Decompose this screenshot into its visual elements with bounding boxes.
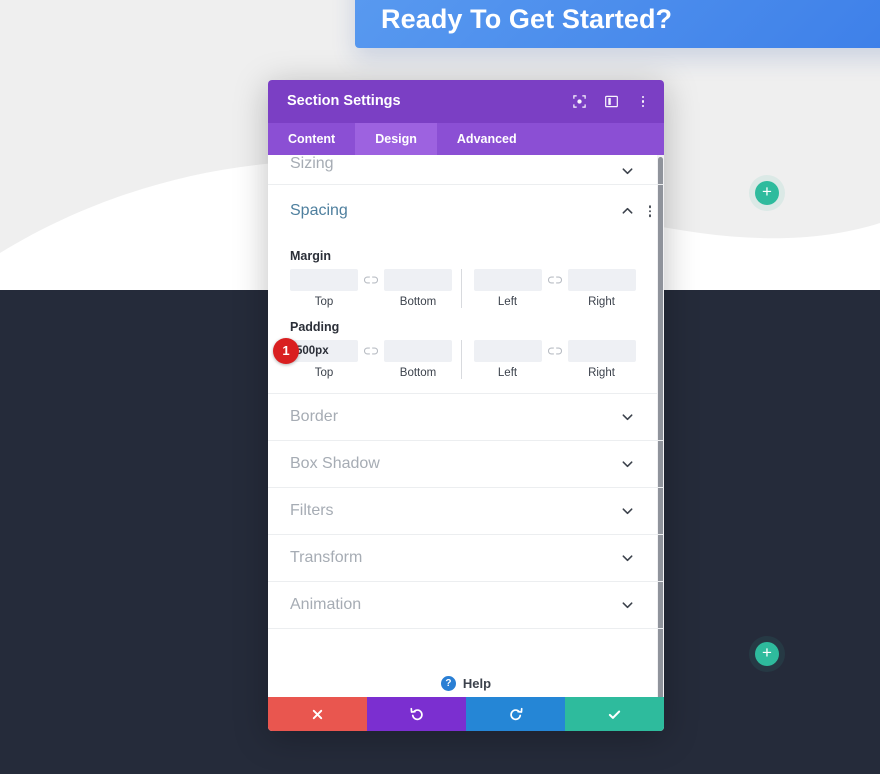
- chevron-down-icon: [621, 411, 634, 424]
- margin-label: Margin: [290, 249, 331, 263]
- link-margin-top-bottom-icon[interactable]: [358, 269, 384, 291]
- section-toggle-box-shadow[interactable]: Box Shadow: [268, 441, 664, 488]
- cta-banner-title: Ready To Get Started?: [381, 4, 673, 34]
- margin-left-input[interactable]: [473, 269, 542, 291]
- padding-bottom-sublabel: Bottom: [399, 367, 437, 379]
- section-toggle-transform[interactable]: Transform: [268, 535, 664, 582]
- section-toggle-spacing[interactable]: Spacing: [268, 185, 664, 237]
- focus-target-icon[interactable]: [570, 93, 588, 111]
- padding-bottom-input[interactable]: [384, 340, 452, 362]
- cancel-button[interactable]: [268, 697, 367, 731]
- modal-footer: [268, 697, 664, 731]
- more-vertical-icon[interactable]: [634, 93, 652, 111]
- layout-columns-icon[interactable]: [602, 93, 620, 111]
- section-toggle-animation-label: Animation: [290, 596, 362, 613]
- link-padding-top-bottom-icon[interactable]: [358, 340, 384, 362]
- section-toggle-spacing-label: Spacing: [290, 202, 348, 219]
- margin-top-input[interactable]: [290, 269, 358, 291]
- modal-header: Section Settings: [268, 80, 664, 123]
- padding-right-input[interactable]: [567, 340, 636, 362]
- check-icon: [608, 710, 621, 719]
- section-toggle-filters-label: Filters: [290, 502, 334, 519]
- margin-right-sublabel: Right: [588, 296, 615, 308]
- help-link[interactable]: ? Help: [268, 651, 664, 697]
- tab-advanced[interactable]: Advanced: [437, 123, 537, 155]
- margin-top-sublabel: Top: [314, 296, 334, 308]
- modal-body: Sizing Spacing Margin Top Bottom Left Ri…: [268, 155, 664, 697]
- margin-top-cell: Top: [290, 269, 358, 308]
- padding-right-sublabel: Right: [588, 367, 615, 379]
- margin-bottom-input[interactable]: [384, 269, 452, 291]
- screen: Ready To Get Started? + + Section Settin…: [0, 0, 880, 774]
- add-section-button-top[interactable]: +: [755, 181, 779, 205]
- section-options-icon[interactable]: [648, 205, 651, 217]
- modal-header-actions: [570, 80, 652, 123]
- redo-button[interactable]: [466, 697, 565, 731]
- cta-banner: Ready To Get Started?: [355, 0, 880, 48]
- chevron-down-icon: [621, 458, 634, 471]
- margin-field-group: Top Bottom Left Right: [290, 269, 642, 308]
- link-margin-left-right-icon[interactable]: [542, 269, 568, 291]
- tab-content[interactable]: Content: [268, 123, 355, 155]
- close-icon: [312, 709, 323, 719]
- chevron-down-icon: [621, 505, 634, 518]
- padding-left-input[interactable]: [473, 340, 542, 362]
- chevron-down-icon: [621, 552, 634, 565]
- modal-tabs: Content Design Advanced: [268, 123, 664, 155]
- section-settings-modal: Section Settings Content Design Advanced…: [268, 80, 664, 731]
- padding-left-cell: Left: [473, 340, 542, 379]
- padding-left-sublabel: Left: [497, 367, 518, 379]
- margin-bottom-cell: Bottom: [384, 269, 452, 308]
- undo-icon: [409, 707, 423, 721]
- padding-bottom-cell: Bottom: [384, 340, 452, 379]
- padding-right-cell: Right: [567, 340, 636, 379]
- chevron-down-icon: [621, 165, 634, 178]
- spacing-settings: Margin Top Bottom Left Right Padding 1 5…: [268, 249, 664, 394]
- undo-button[interactable]: [367, 697, 466, 731]
- section-toggle-sizing-label: Sizing: [290, 155, 334, 172]
- padding-label: Padding: [290, 320, 340, 334]
- section-toggle-transform-label: Transform: [290, 549, 363, 566]
- margin-right-cell: Right: [567, 269, 636, 308]
- section-toggle-filters[interactable]: Filters: [268, 488, 664, 535]
- tab-design[interactable]: Design: [355, 123, 437, 155]
- step-badge-1: 1: [273, 338, 299, 364]
- margin-right-input[interactable]: [567, 269, 636, 291]
- help-label[interactable]: Help: [463, 676, 491, 691]
- modal-title: Section Settings: [287, 93, 401, 109]
- section-toggle-border[interactable]: Border: [268, 394, 664, 441]
- add-section-button-bottom[interactable]: +: [755, 642, 779, 666]
- padding-top-input[interactable]: [290, 340, 358, 362]
- padding-top-sublabel: Top: [314, 367, 334, 379]
- padding-left-right-pair: Left Right: [460, 340, 643, 379]
- chevron-down-icon: [621, 599, 634, 612]
- help-question-icon: ?: [440, 675, 456, 691]
- section-toggle-sizing[interactable]: Sizing: [268, 155, 664, 185]
- padding-top-cell: Top: [290, 340, 358, 379]
- chevron-up-icon: [621, 205, 634, 218]
- margin-top-bottom-pair: Top Bottom: [290, 269, 459, 308]
- section-toggle-animation[interactable]: Animation: [268, 582, 664, 629]
- link-padding-left-right-icon[interactable]: [542, 340, 568, 362]
- margin-left-cell: Left: [473, 269, 542, 308]
- margin-left-sublabel: Left: [497, 296, 518, 308]
- margin-bottom-sublabel: Bottom: [399, 296, 437, 308]
- section-toggle-box-shadow-label: Box Shadow: [290, 455, 380, 472]
- section-toggle-border-label: Border: [290, 408, 339, 425]
- redo-icon: [509, 707, 523, 721]
- padding-top-bottom-pair: Top Bottom: [290, 340, 459, 379]
- margin-left-right-pair: Left Right: [460, 269, 643, 308]
- save-button[interactable]: [565, 697, 664, 731]
- padding-field-group: 1 Top: [273, 338, 643, 379]
